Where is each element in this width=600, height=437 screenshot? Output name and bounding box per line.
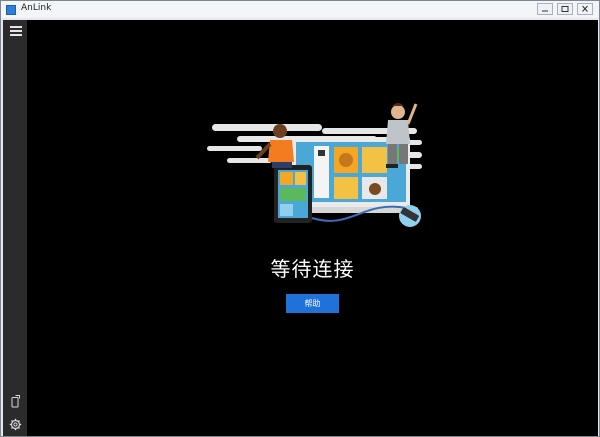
app-icon	[6, 5, 16, 15]
phone-connect-icon[interactable]	[9, 393, 22, 408]
status-text: 等待连接	[270, 257, 355, 281]
hamburger-icon[interactable]	[10, 26, 22, 36]
app-window: AnLink 等待连接 帮助	[0, 0, 600, 437]
people-devices-illustration	[207, 103, 422, 227]
maximize-icon	[561, 6, 569, 12]
window-title: AnLink	[21, 3, 52, 13]
close-icon	[582, 5, 588, 12]
close-button[interactable]	[577, 3, 593, 15]
minimize-icon	[542, 10, 548, 12]
maximize-button[interactable]	[557, 3, 573, 15]
minimize-button[interactable]	[537, 3, 553, 15]
title-bar[interactable]: AnLink	[1, 1, 599, 18]
gear-icon[interactable]	[9, 416, 22, 431]
window-controls	[537, 3, 593, 15]
help-button[interactable]: 帮助	[286, 294, 339, 313]
main-content: 等待连接 帮助	[27, 20, 598, 436]
sidebar	[3, 20, 27, 436]
